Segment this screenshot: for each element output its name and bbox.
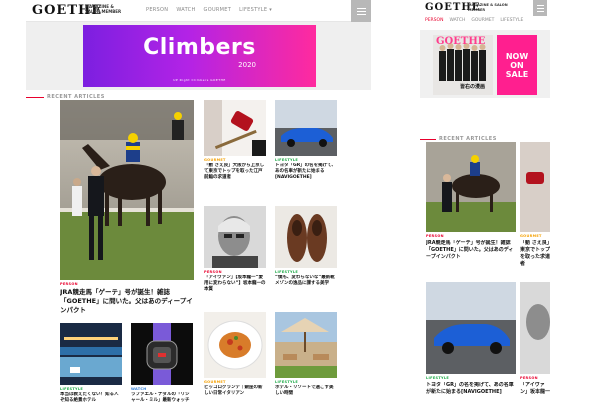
- article-title[interactable]: トヨタ「GR」の名を掲げて、あの名車が新たに始まる[NAVIGOETHE]: [426, 382, 516, 412]
- nav-item-watch[interactable]: WATCH: [449, 18, 465, 23]
- magazine-title: GOETHE: [436, 36, 486, 47]
- article-title[interactable]: 「動 さえ良」大阪から上京して東京でトップを取った江戸前鮨の求道者: [204, 163, 266, 187]
- article-title[interactable]: JRA競走馬「ゲーテ」号が誕生！雑誌「GOETHE」に問いた。父はあのディープイ…: [60, 288, 194, 318]
- article-image-sushi[interactable]: [204, 100, 266, 156]
- banner-year: 2020: [238, 61, 256, 69]
- pasta-photo: [204, 312, 266, 378]
- article-category: LIFESTYLE: [426, 376, 450, 380]
- screenshot-stage: GOETHE MAGAZINE & SALON MEMBER PERSON WA…: [0, 0, 600, 420]
- banner-area: Climbers 2020 UP Right Climbers GOETHE: [26, 22, 371, 90]
- hotel-photo: [60, 323, 122, 385]
- banner-title: Climbers: [143, 35, 256, 60]
- article-title[interactable]: ピッコログランデ｜銀座の新しい日常イタリアン: [204, 385, 266, 415]
- magazine-cover-text: 皆右の漫画: [460, 84, 486, 90]
- portrait-photo: [520, 282, 550, 374]
- article-image-watch[interactable]: [131, 323, 193, 385]
- nav-item-gourmet[interactable]: GOURMET: [471, 18, 494, 23]
- racehorse-photo: [426, 142, 516, 232]
- article-title[interactable]: ラファエル・ナダルの「リシャール・ミル」最新ウォッチ: [131, 392, 193, 416]
- nav-item-lifestyle[interactable]: LIFESTYLE ▾: [239, 7, 272, 13]
- article-category: PERSON: [426, 234, 444, 238]
- article-image-portrait[interactable]: [520, 282, 550, 374]
- now-on-sale-badge[interactable]: NOW ON SALE: [497, 35, 537, 95]
- climbers-banner[interactable]: Climbers 2020 UP Right Climbers GOETHE: [83, 25, 316, 87]
- article-image-racehorse[interactable]: [426, 142, 516, 232]
- mobile-header: GOETHE MAGAZINE & SALON MEMBER: [420, 0, 600, 16]
- article-category: GOURMET: [204, 380, 226, 384]
- article-category: LIFESTYLE: [275, 380, 299, 384]
- article-image-racehorse[interactable]: [60, 100, 194, 280]
- article-image-car[interactable]: [426, 282, 516, 374]
- site-header: GOETHE MAGAZINE & SALON MEMBER PERSON WA…: [26, 0, 371, 22]
- nav-item-person[interactable]: PERSON: [425, 18, 443, 23]
- article-title[interactable]: 「動 さえ良」東京でトップを取った求道者: [520, 240, 550, 274]
- banner-credit: UP Right Climbers GOETHE: [173, 78, 226, 82]
- sale-line: NOW: [505, 51, 529, 61]
- nav-item-gourmet[interactable]: GOURMET: [204, 7, 232, 13]
- article-category: GOURMET: [520, 234, 542, 238]
- sale-line: SALE: [505, 69, 529, 79]
- article-category: PERSON: [60, 282, 78, 286]
- mobile-nav: PERSON WATCH GOURMET LIFESTYLE: [425, 18, 523, 23]
- article-image-pasta[interactable]: [204, 312, 266, 378]
- portrait-photo: [204, 206, 266, 268]
- shoes-photo: [275, 206, 337, 268]
- magazine-cover: GOETHE 皆右の漫画: [433, 35, 493, 95]
- sale-line: ON: [510, 60, 524, 70]
- magazine-ad[interactable]: GOETHE 皆右の漫画 NOW ON SALE: [420, 30, 550, 98]
- car-photo: [426, 282, 516, 374]
- article-title[interactable]: JRA競走馬「ゲーテ」号が誕生！雑誌「GOETHE」に問いた。父はあのディープイ…: [426, 240, 516, 274]
- desktop-page: GOETHE MAGAZINE & SALON MEMBER PERSON WA…: [26, 0, 371, 420]
- article-title[interactable]: 本当は教えたくない！知る人ぞ知る絶景ホテル: [60, 392, 122, 416]
- article-category: LIFESTYLE: [275, 158, 299, 162]
- menu-icon[interactable]: [533, 0, 547, 16]
- article-category: LIFESTYLE: [275, 270, 299, 274]
- article-image-resort[interactable]: [275, 312, 337, 378]
- article-image-sushi[interactable]: [520, 142, 550, 232]
- nav-item-watch[interactable]: WATCH: [176, 7, 195, 13]
- menu-icon[interactable]: [351, 0, 371, 22]
- article-category: LIFESTYLE: [60, 387, 84, 391]
- racehorse-photo: [60, 100, 194, 280]
- car-photo: [275, 100, 337, 156]
- article-title[interactable]: ホテル・リゾートで過ごす美しい時間: [275, 385, 337, 415]
- article-category: PERSON: [520, 376, 538, 380]
- mobile-page: GOETHE MAGAZINE & SALON MEMBER PERSON WA…: [420, 0, 600, 420]
- article-title[interactable]: トヨタ「GR」の名を掲げて、あの名車が新たに始まる[NAVIGOETHE]: [275, 163, 337, 187]
- article-image-car[interactable]: [275, 100, 337, 156]
- article-image-portrait[interactable]: [204, 206, 266, 268]
- site-tagline: MAGAZINE & SALON MEMBER: [468, 3, 508, 12]
- article-category: PERSON: [204, 270, 222, 274]
- article-image-shoes[interactable]: [275, 206, 337, 268]
- article-title[interactable]: 「アイヴァン」坂本龍一: [520, 382, 550, 412]
- nav-item-lifestyle[interactable]: LIFESTYLE: [500, 18, 523, 23]
- sushi-photo: [520, 142, 550, 232]
- article-title[interactable]: “僕も、変わらないな”最新靴メゾンの逸品に課する美学: [275, 275, 337, 299]
- main-nav: PERSON WATCH GOURMET LIFESTYLE ▾: [146, 7, 272, 13]
- sushi-photo: [204, 100, 266, 156]
- article-category: WATCH: [131, 387, 147, 391]
- site-tagline: MAGAZINE & SALON MEMBER: [85, 4, 122, 14]
- resort-photo: [275, 312, 337, 378]
- watch-photo: [131, 323, 193, 385]
- nav-item-person[interactable]: PERSON: [146, 7, 168, 13]
- article-category: GOURMET: [204, 158, 226, 162]
- article-image-hotel[interactable]: [60, 323, 122, 385]
- article-title[interactable]: 「アイヴァン」【坂本龍一“愛用に変わらない”】坂本龍一の本質: [204, 275, 266, 299]
